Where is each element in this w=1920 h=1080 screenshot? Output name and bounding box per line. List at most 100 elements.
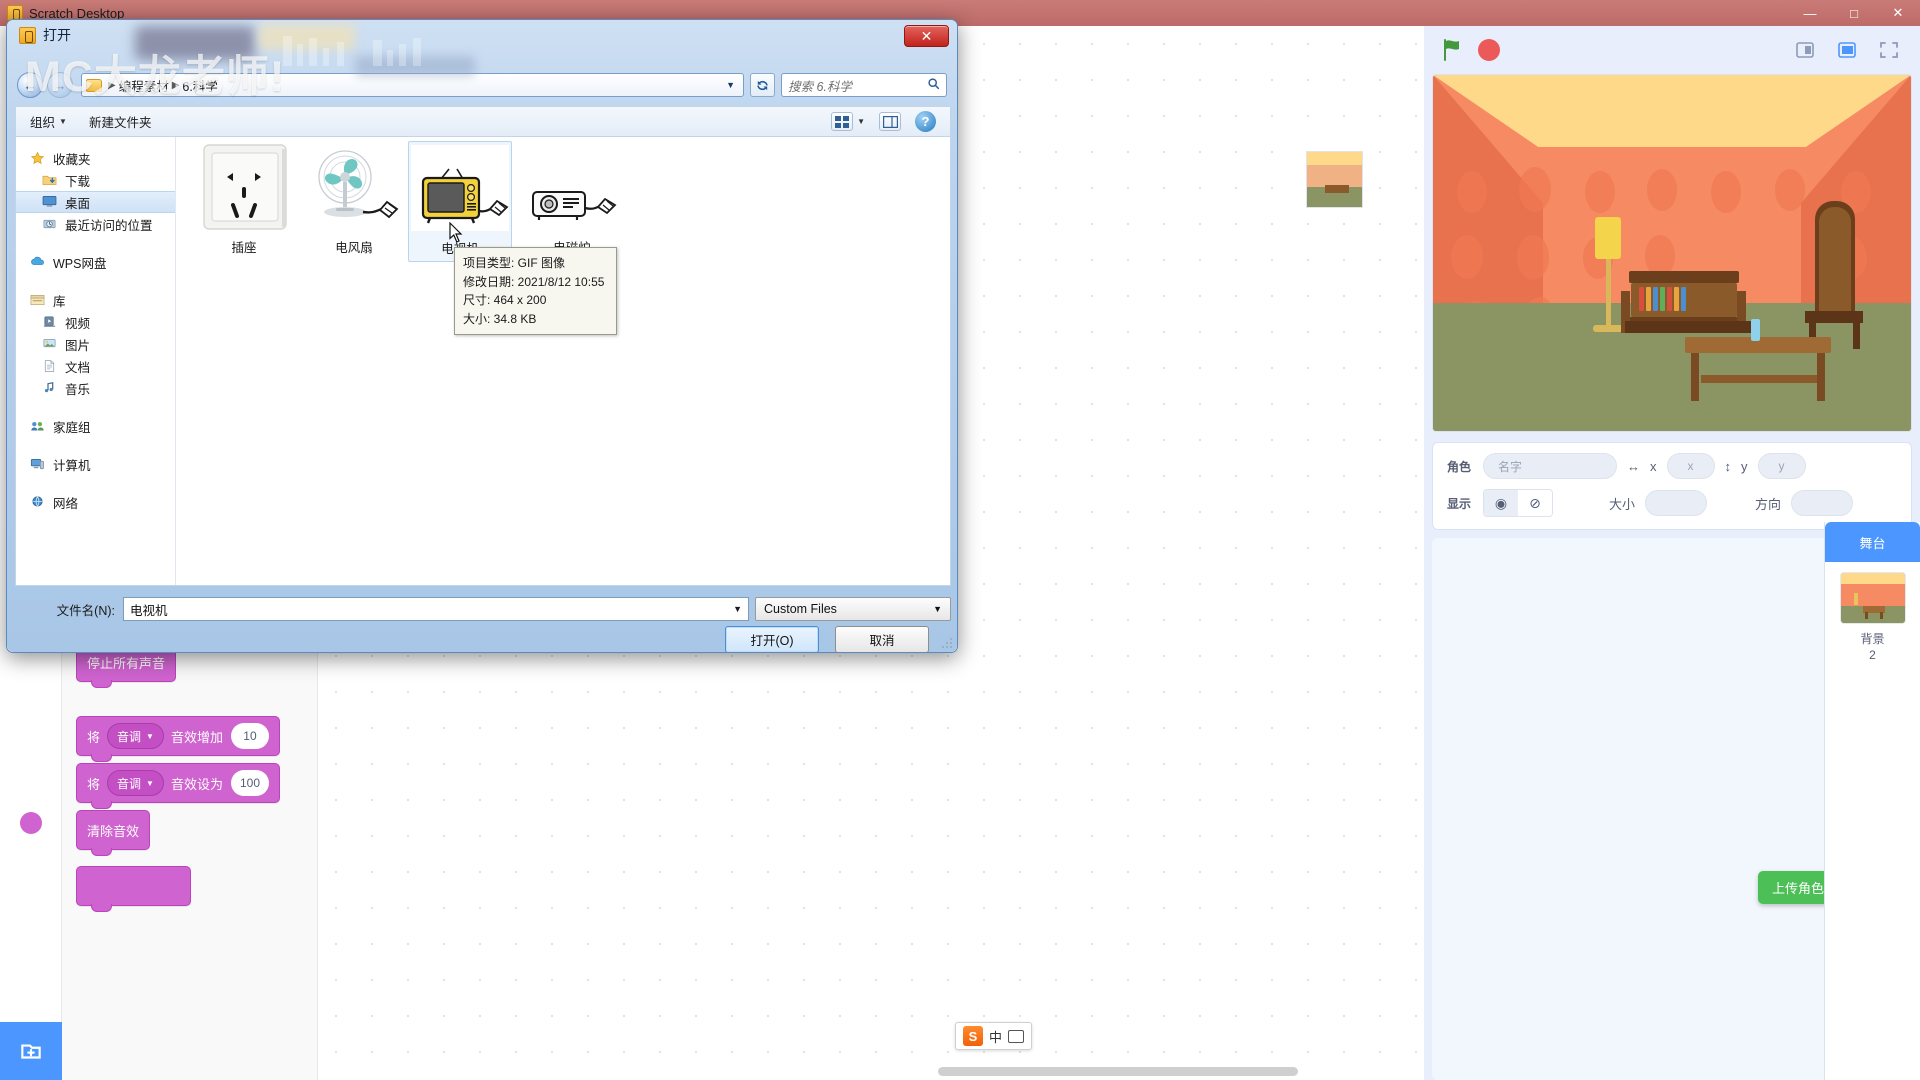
chevron-down-icon[interactable]: ▼ [733, 604, 742, 614]
block-prefix: 将 [87, 729, 101, 745]
maximize-button[interactable]: □ [1832, 0, 1876, 26]
nav-item-pictures[interactable]: 图片 [16, 333, 175, 355]
block-clear-effects[interactable]: 清除音效 [76, 810, 151, 856]
block-change-effect-by[interactable]: 将 音调 ▼ 音效增加 10 [76, 716, 280, 762]
block-mid-label: 音效增加 [170, 729, 223, 745]
nav-item-libraries[interactable]: 库 [16, 289, 175, 311]
category-sound[interactable] [0, 796, 62, 852]
file-item-socket[interactable]: 插座 [192, 143, 296, 256]
stop-icon[interactable] [1478, 39, 1500, 61]
file-item-projector[interactable]: 电磁炉 [520, 143, 624, 256]
help-icon[interactable]: ? [915, 111, 936, 132]
search-input[interactable]: 搜索 6.科学 [781, 73, 947, 97]
open-button[interactable]: 打开(O) [725, 626, 819, 652]
chevron-down-icon: ▼ [59, 117, 67, 126]
new-folder-button[interactable]: 新建文件夹 [89, 112, 152, 131]
music-icon [42, 381, 58, 396]
stage-selector-panel[interactable]: 舞台 背景 2 [1824, 522, 1920, 1080]
preview-pane-icon[interactable] [879, 112, 901, 131]
nav-item-label: 视频 [65, 316, 91, 331]
x-label: x [1650, 458, 1657, 474]
file-list-pane[interactable]: 插座 电风扇 [176, 137, 950, 585]
canvas-horizontal-scrollbar[interactable] [938, 1067, 1298, 1076]
nav-item-favorites[interactable]: 收藏夹 [16, 147, 175, 169]
dialog-title: 打开 [43, 27, 71, 43]
ime-mode-label[interactable]: 中 [989, 1027, 1002, 1046]
minimize-button[interactable]: — [1788, 0, 1832, 26]
forward-button[interactable]: → [47, 72, 73, 98]
nav-item-computer[interactable]: 计算机 [16, 453, 175, 475]
desktop-icon [42, 195, 58, 210]
block-number-input[interactable]: 10 [230, 723, 269, 749]
hide-sprite-icon[interactable]: ⊘ [1518, 490, 1552, 516]
small-stage-button[interactable] [1790, 37, 1820, 63]
resize-grip[interactable] [941, 637, 953, 649]
block-number-input[interactable]: 100 [230, 770, 269, 796]
nav-item-documents[interactable]: 文档 [16, 355, 175, 377]
sprite-size-input[interactable] [1645, 490, 1708, 516]
sprite-y-input[interactable]: y [1757, 453, 1806, 479]
sprite-visibility-toggle[interactable]: ◉ ⊘ [1483, 489, 1553, 517]
large-stage-button[interactable] [1832, 37, 1862, 63]
toolbar-right-group: ▼ ? [831, 111, 936, 132]
file-item-fan[interactable]: 电风扇 [302, 143, 406, 256]
block-effect-dropdown[interactable]: 音调 ▼ [107, 770, 164, 796]
backdrop-count: 2 [1869, 648, 1876, 663]
view-mode-button[interactable]: ▼ [831, 112, 865, 131]
backdrop-thumbnail[interactable] [1839, 572, 1906, 624]
window-controls: — □ ✕ [1788, 0, 1920, 26]
breadcrumb-item-1[interactable]: 6.科学 [182, 76, 217, 95]
fullscreen-button[interactable] [1874, 37, 1904, 63]
open-file-dialog[interactable]: 打开 ✕ MC大龙老师! ← → ▶ 编程素材 ▶ 6.科学 ▼ 搜索 6.科学 [6, 19, 958, 653]
filename-row: 文件名(N): 电视机 ▼ Custom Files ▼ [15, 596, 951, 622]
dialog-button-row: 打开(O) 取消 [15, 626, 951, 652]
block-partial[interactable] [76, 866, 191, 912]
file-type-filter[interactable]: Custom Files ▼ [755, 597, 951, 621]
costume-thumbnail [1306, 151, 1363, 208]
refresh-icon[interactable] [750, 73, 775, 97]
breadcrumb[interactable]: ▶ 编程素材 ▶ 6.科学 ▼ [81, 73, 744, 97]
nav-item-downloads[interactable]: 下载 [16, 169, 175, 191]
cloud-icon [30, 255, 46, 270]
ime-status-bar[interactable]: S 中 [955, 1022, 1033, 1050]
chevron-down-icon[interactable]: ▼ [726, 80, 739, 90]
nav-item-desktop[interactable]: 桌面 [16, 191, 175, 213]
file-item-television[interactable]: 电视机 [408, 141, 512, 262]
nav-item-label: 收藏夹 [53, 152, 91, 167]
dialog-close-button[interactable]: ✕ [904, 25, 949, 47]
computer-icon [30, 457, 46, 472]
sprite-name-input[interactable]: 名字 [1483, 453, 1617, 479]
nav-item-wps-cloud[interactable]: WPS网盘 [16, 251, 175, 273]
x-axis-icon: ↔ [1627, 458, 1640, 474]
close-button[interactable]: ✕ [1876, 0, 1920, 26]
navigation-pane[interactable]: 收藏夹 下载 桌面 最近访问的位置 WPS网盘 库 视频 图片 文档 音乐 家庭… [16, 137, 176, 585]
nav-item-videos[interactable]: 视频 [16, 311, 175, 333]
view-mode-icon [831, 112, 854, 131]
filename-value: 电视机 [130, 603, 168, 618]
block-effect-dropdown[interactable]: 音调 ▼ [107, 723, 164, 749]
nav-item-network[interactable]: 网络 [16, 491, 175, 513]
blurred-overlay-3 [355, 56, 475, 76]
sprite-x-input[interactable]: x [1666, 453, 1715, 479]
filename-input[interactable]: 电视机 ▼ [123, 597, 749, 621]
dialog-toolbar: 组织 ▼ 新建文件夹 ▼ ? [15, 106, 951, 136]
y-axis-icon: ↕ [1724, 458, 1732, 474]
sprite-direction-input[interactable] [1791, 490, 1854, 516]
organize-menu[interactable]: 组织 ▼ [30, 112, 67, 131]
keyboard-icon[interactable] [1008, 1029, 1025, 1043]
star-icon [30, 151, 46, 166]
nav-item-music[interactable]: 音乐 [16, 377, 175, 399]
add-extension-button[interactable] [0, 1022, 62, 1080]
cancel-button[interactable]: 取消 [835, 626, 929, 652]
stage-canvas[interactable] [1432, 74, 1912, 432]
dialog-navigation-row: ← → ▶ 编程素材 ▶ 6.科学 ▼ 搜索 6.科学 [7, 68, 957, 102]
file-type-value: Custom Files [764, 602, 837, 616]
back-button[interactable]: ← [17, 72, 43, 98]
nav-item-label: 图片 [65, 338, 91, 353]
green-flag-icon[interactable] [1440, 37, 1466, 63]
nav-item-recent-places[interactable]: 最近访问的位置 [16, 213, 175, 235]
breadcrumb-item-0[interactable]: 编程素材 [119, 76, 169, 95]
block-set-effect-to[interactable]: 将 音调 ▼ 音效设为 100 [76, 763, 280, 809]
show-sprite-icon[interactable]: ◉ [1484, 490, 1518, 516]
nav-item-homegroup[interactable]: 家庭组 [16, 415, 175, 437]
